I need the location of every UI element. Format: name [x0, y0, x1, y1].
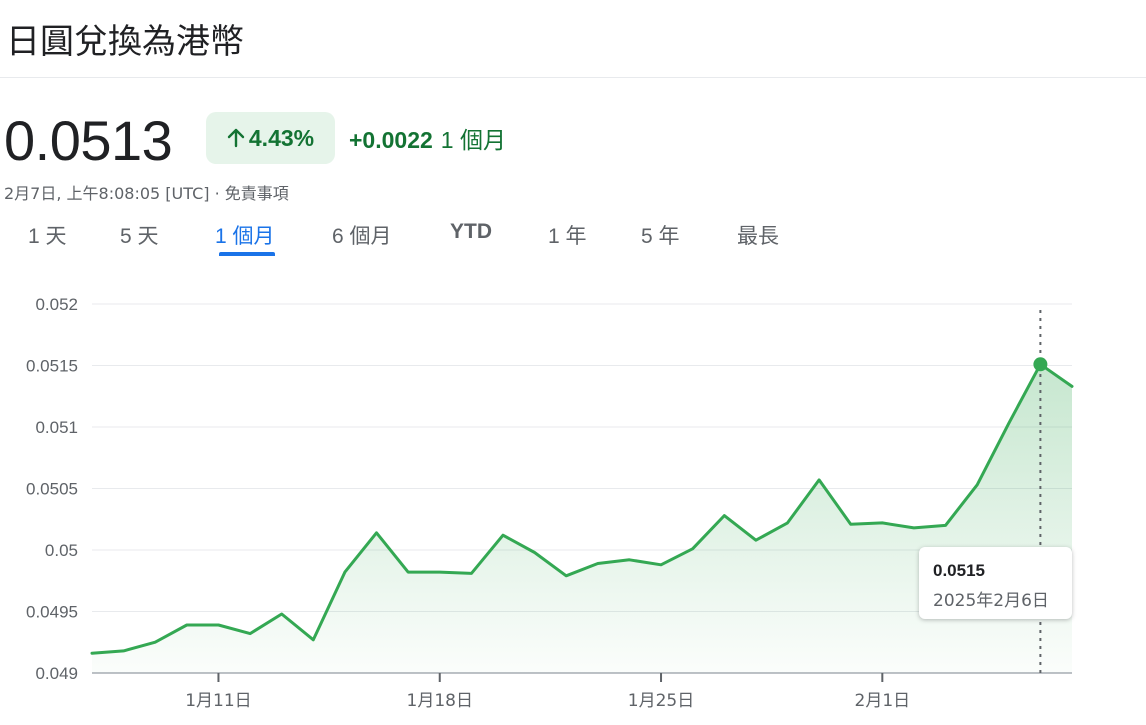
y-tick-label: 0.052: [35, 295, 78, 314]
y-tick-label: 0.05: [45, 541, 78, 560]
tab-1-month[interactable]: 1 個月: [215, 220, 275, 250]
tooltip-date: 2025年2月6日: [933, 591, 1049, 611]
tab-max[interactable]: 最長: [737, 220, 779, 250]
change-percent-badge: 4.43%: [206, 112, 335, 164]
x-tick-label: 1月11日: [185, 691, 251, 711]
hover-tooltip: 0.0515 2025年2月6日: [919, 547, 1072, 619]
timestamp-line: 2月7日, 上午8:08:05 [UTC] · 免責事項: [4, 180, 289, 204]
timestamp: 2月7日, 上午8:08:05 [UTC]: [4, 184, 210, 203]
price-chart[interactable]: 0.052 0.0515 0.051 0.0505 0.05 0.0495 0.049 1月…: [0, 280, 1146, 725]
change-percent: 4.43%: [248, 124, 315, 151]
tab-ytd[interactable]: YTD: [450, 220, 492, 244]
y-tick-label: 0.051: [35, 418, 78, 437]
page-title: 日圓兌換為港幣: [6, 22, 244, 62]
separator: ·: [209, 184, 225, 203]
change-absolute: +0.0022: [349, 127, 433, 153]
arrow-up-icon: [227, 128, 245, 148]
y-tick-label: 0.049: [35, 664, 78, 683]
tab-5-year[interactable]: 5 年: [641, 220, 680, 250]
disclaimer-link[interactable]: 免責事項: [225, 184, 289, 203]
tab-5-day[interactable]: 5 天: [120, 220, 159, 250]
change-period: 1 個月: [440, 127, 506, 153]
price-area: [92, 364, 1072, 673]
hover-point: [1033, 357, 1048, 372]
tab-6-month[interactable]: 6 個月: [332, 220, 392, 250]
y-tick-label: 0.0495: [26, 603, 78, 622]
tab-1-day[interactable]: 1 天: [28, 220, 67, 250]
tooltip-value: 0.0515: [933, 561, 985, 580]
y-tick-label: 0.0505: [26, 480, 78, 499]
y-tick-label: 0.0515: [26, 357, 78, 376]
change-summary: +0.0022 1 個月: [349, 121, 506, 155]
x-tick-label: 1月18日: [407, 691, 473, 711]
x-tick-label: 1月25日: [628, 691, 694, 711]
x-tick-label: 2月1日: [855, 691, 911, 711]
header-divider: [0, 77, 1146, 78]
tab-1-year[interactable]: 1 年: [548, 220, 587, 250]
active-tab-indicator: [219, 252, 275, 256]
current-price: 0.0513: [4, 109, 173, 172]
